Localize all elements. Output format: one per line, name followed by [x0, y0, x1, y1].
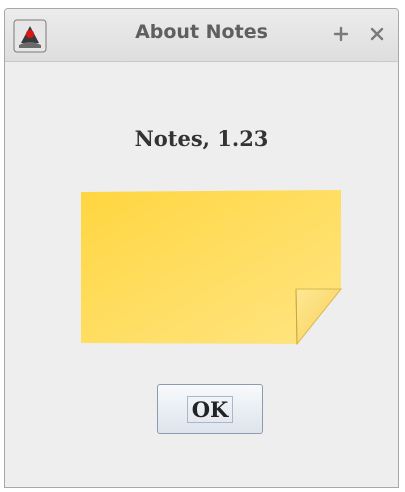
- title-bar[interactable]: About Notes: [5, 9, 398, 62]
- sticky-note-image: [81, 190, 343, 345]
- ok-focus-ring: OK: [186, 395, 234, 423]
- plus-icon[interactable]: [327, 20, 355, 48]
- java-duke-icon[interactable]: [13, 19, 47, 53]
- app-name-version: Notes, 1.23: [134, 126, 269, 151]
- ok-label: OK: [191, 396, 229, 422]
- ok-button[interactable]: OK: [157, 384, 263, 434]
- about-dialog: About Notes Notes, 1.23 OK: [4, 8, 399, 488]
- close-icon[interactable]: [363, 20, 391, 48]
